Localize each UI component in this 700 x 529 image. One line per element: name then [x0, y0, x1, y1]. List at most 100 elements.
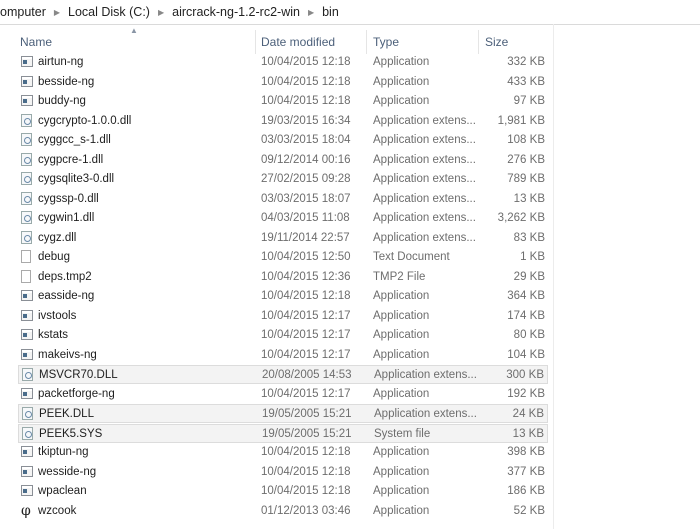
chevron-right-icon[interactable]: ▶ [158, 8, 164, 17]
file-size: 13 KB [513, 192, 545, 205]
file-row[interactable]: PEEK5.SYS 19/05/2005 15:21 System file 13 K… [18, 423, 548, 443]
file-row[interactable]: kstats 10/04/2015 12:17 Application 80 KB [18, 326, 548, 345]
file-row[interactable]: makeivs-ng 10/04/2015 12:17 Application 104… [18, 346, 548, 365]
column-size[interactable]: Size [485, 35, 508, 49]
file-name: buddy-ng [38, 95, 86, 107]
file-row[interactable]: tkiptun-ng 10/04/2015 12:18 Application 398… [18, 443, 548, 462]
file-name: packetforge-ng [38, 387, 115, 400]
document-icon [21, 269, 31, 283]
file-size: 186 KB [507, 485, 545, 497]
file-type: Text Document [373, 251, 450, 263]
breadcrumb: omputer ▶ Local Disk (C:) ▶ aircrack-ng-1.… [0, 0, 700, 25]
file-row[interactable]: ivstools 10/04/2015 12:17 Application 174 K… [18, 307, 548, 326]
file-row[interactable]: cyggcc_s-1.dll 03/03/2015 18:04 Applicatio… [18, 131, 548, 150]
file-type: Application [373, 465, 430, 478]
dll-file-icon [22, 368, 33, 381]
file-date-modified: 19/05/2005 15:21 [262, 427, 352, 440]
file-type: Application extens... [373, 153, 476, 166]
file-row[interactable]: wesside-ng 10/04/2015 12:18 Application 377… [18, 463, 548, 482]
application-icon [21, 56, 33, 67]
application-icon [21, 465, 33, 477]
file-type: Application extens... [373, 173, 476, 185]
dll-file-icon [22, 407, 33, 420]
file-date-modified: 01/12/2013 03:46 [261, 504, 351, 517]
application-icon [21, 95, 33, 106]
file-size: 3,262 KB [497, 212, 545, 224]
file-row[interactable]: φ wzcook 01/12/2013 03:46 Application 52 KB [18, 502, 548, 521]
dll-file-icon [21, 230, 32, 244]
file-date-modified: 19/11/2014 22:57 [261, 231, 350, 244]
file-size: 52 KB [513, 504, 545, 517]
chevron-right-icon[interactable]: ▶ [308, 8, 314, 17]
file-row[interactable]: wpaclean 10/04/2015 12:18 Application 186 K… [18, 482, 548, 501]
file-row[interactable]: cygpcre-1.dll 09/12/2014 00:16 Application… [18, 151, 548, 170]
file-size: 108 KB [507, 134, 545, 146]
column-type[interactable]: Type [373, 35, 399, 49]
file-date-modified: 19/03/2015 16:34 [261, 114, 351, 127]
breadcrumb-bin[interactable]: bin [322, 5, 339, 19]
application-icon [21, 309, 33, 321]
file-date-modified: 04/03/2015 11:08 [261, 212, 350, 224]
column-divider[interactable] [255, 30, 256, 54]
file-row[interactable]: buddy-ng 10/04/2015 12:18 Application 97 KB [18, 92, 548, 111]
file-size: 1,981 KB [497, 114, 545, 127]
file-row[interactable]: MSVCR70.DLL 20/08/2005 14:53 Application e… [18, 365, 548, 384]
file-size: 174 KB [507, 309, 545, 322]
file-date-modified: 10/04/2015 12:17 [261, 348, 351, 361]
file-type: Application [373, 75, 430, 88]
breadcrumb-local-disk[interactable]: Local Disk (C:) [68, 5, 150, 19]
file-row[interactable]: besside-ng 10/04/2015 12:18 Application 433… [18, 73, 548, 92]
file-name: airtun-ng [38, 56, 84, 68]
file-date-modified: 10/04/2015 12:18 [261, 75, 351, 88]
breadcrumb-computer[interactable]: omputer [0, 5, 46, 19]
file-size: 276 KB [507, 153, 545, 166]
document-icon [21, 250, 31, 263]
file-row[interactable]: easside-ng 10/04/2015 12:18 Application 364… [18, 287, 548, 306]
file-type: Application [373, 56, 430, 68]
file-size: 364 KB [507, 290, 545, 302]
file-date-modified: 10/04/2015 12:18 [261, 290, 351, 302]
file-row[interactable]: debug 10/04/2015 12:50 Text Document 1 KB [18, 248, 548, 267]
column-name[interactable]: Name [20, 35, 52, 49]
file-size: 97 KB [513, 95, 545, 107]
file-date-modified: 10/04/2015 12:17 [261, 329, 351, 341]
file-row[interactable]: deps.tmp2 10/04/2015 12:36 TMP2 File 29 KB [18, 268, 548, 287]
file-row[interactable]: cygssp-0.dll 03/03/2015 18:07 Application … [18, 190, 548, 209]
chevron-right-icon[interactable]: ▶ [54, 8, 60, 17]
application-icon [21, 485, 33, 496]
column-divider[interactable] [366, 30, 367, 54]
file-row[interactable]: cygsqlite3-0.dll 27/02/2015 09:28 Applicat… [18, 170, 548, 189]
dll-file-icon [22, 426, 33, 440]
column-divider[interactable] [478, 30, 479, 54]
file-date-modified: 10/04/2015 12:18 [261, 485, 351, 497]
file-type: Application [373, 504, 430, 517]
file-row[interactable]: cygz.dll 19/11/2014 22:57 Application exte… [18, 229, 548, 248]
column-date-modified[interactable]: Date modified [261, 35, 335, 49]
file-date-modified: 10/04/2015 12:17 [261, 387, 351, 400]
file-type: Application extens... [374, 369, 477, 381]
file-row[interactable]: cygcrypto-1.0.0.dll 19/03/2015 16:34 Appli… [18, 112, 548, 131]
file-name: cygsqlite3-0.dll [38, 173, 115, 185]
file-size: 433 KB [507, 75, 545, 88]
file-name: cygz.dll [38, 231, 77, 244]
file-row[interactable]: airtun-ng 10/04/2015 12:18 Application 332 … [18, 53, 548, 72]
file-row[interactable]: cygwin1.dll 04/03/2015 11:08 Application e… [18, 209, 548, 228]
column-divider [553, 24, 554, 529]
file-date-modified: 03/03/2015 18:04 [261, 134, 351, 146]
column-header: Name Date modified Type Size [0, 32, 700, 52]
file-date-modified: 03/03/2015 18:07 [261, 192, 351, 205]
file-type: Application [373, 387, 430, 400]
file-type: Application extens... [374, 408, 477, 420]
file-date-modified: 10/04/2015 12:18 [261, 465, 351, 478]
file-type: Application extens... [373, 231, 476, 244]
file-type: Application [373, 309, 430, 322]
file-row[interactable]: PEEK.DLL 19/05/2005 15:21 Application exte… [18, 404, 548, 423]
file-date-modified: 09/12/2014 00:16 [261, 153, 351, 166]
file-row[interactable]: packetforge-ng 10/04/2015 12:17 Applicatio… [18, 385, 548, 404]
breadcrumb-aircrack-folder[interactable]: aircrack-ng-1.2-rc2-win [172, 5, 300, 19]
application-icon [21, 446, 33, 457]
dll-file-icon [21, 191, 32, 205]
application-icon [21, 387, 33, 399]
file-date-modified: 27/02/2015 09:28 [261, 173, 351, 185]
application-icon [21, 348, 33, 360]
